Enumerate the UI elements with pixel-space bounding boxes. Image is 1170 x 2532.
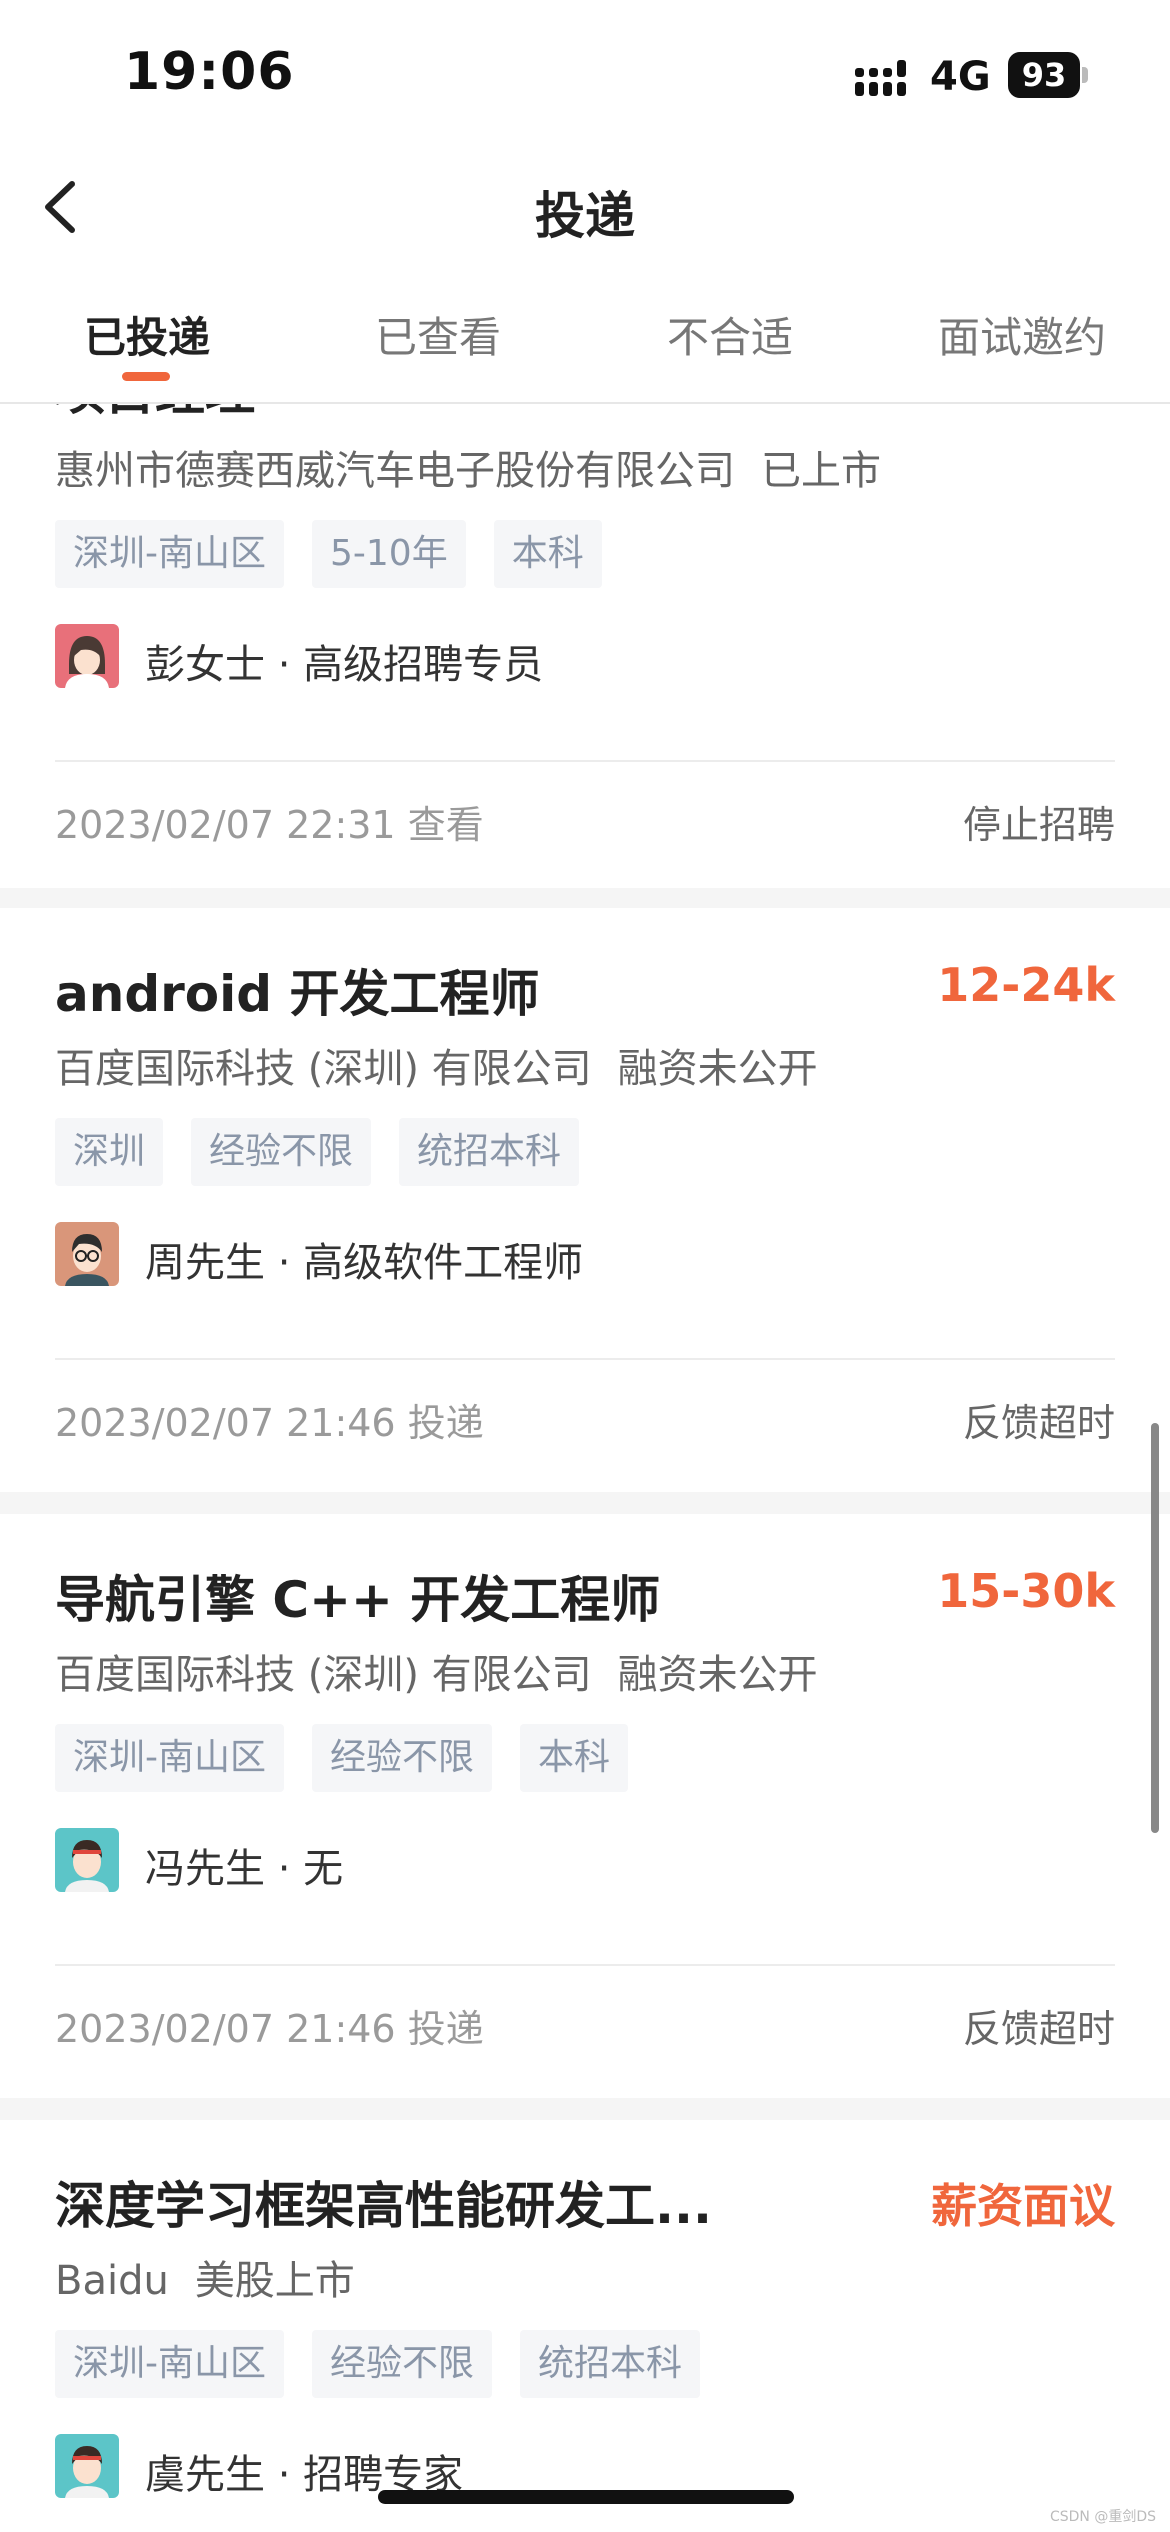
salary: 15-25k	[937, 404, 1115, 410]
tag-experience: 经验不限	[191, 1118, 372, 1186]
tag-education: 本科	[493, 520, 602, 588]
card-divider	[55, 1964, 1115, 1966]
salary: 12-24k	[937, 958, 1115, 1012]
application-card[interactable]: 项目经理 15-25k 惠州市德赛西威汽车电子股份有限公司已上市 深圳-南山区 5…	[0, 404, 1170, 888]
tag-location: 深圳-南山区	[55, 1724, 284, 1792]
female-recruiter-avatar-icon	[55, 624, 119, 688]
cellular-signal-icon	[855, 60, 906, 96]
tab-viewed[interactable]: 已查看	[375, 304, 501, 365]
application-status: 停止招聘	[962, 803, 1115, 847]
salary: 15-30k	[937, 1564, 1115, 1618]
active-tab-indicator	[122, 372, 170, 381]
application-card[interactable]: 导航引擎 C++ 开发工程师 15-30k 百度国际科技 (深圳) 有限公司 融资…	[0, 1514, 1170, 2098]
page-title: 投递	[535, 187, 635, 245]
application-list[interactable]: 项目经理 15-25k 惠州市德赛西威汽车电子股份有限公司已上市 深圳-南山区 5…	[0, 404, 1170, 2532]
battery-level: 93	[1008, 52, 1080, 98]
company-line: 百度国际科技 (深圳) 有限公司 融资未公开	[55, 1036, 818, 1094]
tag-location: 深圳	[55, 1118, 164, 1186]
job-tags: 深圳-南山区 经验不限 统招本科	[55, 2330, 728, 2398]
company-status: 已上市	[761, 448, 881, 494]
application-status: 反馈超时	[962, 1401, 1115, 1445]
network-type-label: 4G	[930, 54, 991, 100]
record-time: 2023/02/07 21:46 投递	[55, 1401, 484, 1445]
job-title: 深度学习框架高性能研发工...	[55, 2177, 712, 2235]
tag-education: 本科	[520, 1724, 629, 1792]
company-status: 融资未公开	[617, 1652, 818, 1698]
tag-experience: 经验不限	[312, 1724, 493, 1792]
card-divider	[55, 760, 1115, 762]
company-line: 惠州市德赛西威汽车电子股份有限公司 已上市	[55, 438, 881, 496]
tag-location: 深圳-南山区	[55, 520, 284, 588]
job-title: 导航引擎 C++ 开发工程师	[55, 1571, 661, 1629]
job-title: android 开发工程师	[55, 965, 540, 1023]
record-time: 2023/02/07 21:46 投递	[55, 2007, 484, 2051]
recruiter-info: 周先生 · 高级软件工程师	[145, 1240, 584, 1286]
male-avatar-icon	[55, 1828, 119, 1892]
tag-location: 深圳-南山区	[55, 2330, 284, 2398]
home-indicator[interactable]	[378, 2490, 794, 2504]
salary: 薪资面议	[931, 2179, 1115, 2233]
job-tags: 深圳-南山区 5-10年 本科	[55, 520, 630, 588]
tag-experience: 5-10年	[312, 520, 466, 588]
tab-applied[interactable]: 已投递	[84, 304, 210, 365]
tag-education: 统招本科	[399, 1118, 580, 1186]
job-tags: 深圳-南山区 经验不限 本科	[55, 1724, 656, 1792]
recruiter-info: 彭女士 · 高级招聘专员	[145, 642, 544, 688]
application-status: 反馈超时	[962, 2007, 1115, 2051]
card-divider	[55, 1358, 1115, 1360]
tab-unsuitable[interactable]: 不合适	[667, 304, 793, 365]
company-name: Baidu	[55, 2258, 169, 2304]
nav-bar: 投递	[0, 150, 1170, 270]
tag-education: 统招本科	[520, 2330, 701, 2398]
job-title: 项目经理	[55, 404, 255, 424]
male-glasses-avatar-icon	[55, 1222, 119, 1286]
record-time: 2023/02/07 22:31 查看	[55, 803, 484, 847]
status-bar: 19:06 4G 93	[0, 0, 1170, 150]
application-card[interactable]: 深度学习框架高性能研发工... 薪资面议 Baidu 美股上市 深圳-南山区 经验不…	[0, 2120, 1170, 2532]
company-name: 百度国际科技 (深圳) 有限公司	[55, 1652, 592, 1698]
status-time: 19:06	[124, 42, 295, 102]
battery-icon: 93	[1008, 52, 1088, 98]
company-line: Baidu 美股上市	[55, 2248, 355, 2306]
watermark: CSDN @重剑DS	[1049, 2509, 1156, 2525]
tab-interview-invite[interactable]: 面试邀约	[938, 304, 1106, 365]
company-name: 百度国际科技 (深圳) 有限公司	[55, 1046, 592, 1092]
recruiter-info: 冯先生 · 无	[145, 1846, 344, 1892]
application-card[interactable]: android 开发工程师 12-24k 百度国际科技 (深圳) 有限公司 融资未…	[0, 908, 1170, 1492]
scrollbar[interactable]	[1151, 1423, 1159, 1833]
male-avatar-icon	[55, 2434, 119, 2498]
company-line: 百度国际科技 (深圳) 有限公司 融资未公开	[55, 1642, 818, 1700]
company-name: 惠州市德赛西威汽车电子股份有限公司	[55, 448, 735, 494]
tag-experience: 经验不限	[312, 2330, 493, 2398]
company-status: 美股上市	[194, 2258, 355, 2304]
job-tags: 深圳 经验不限 统招本科	[55, 1118, 607, 1186]
company-status: 融资未公开	[617, 1046, 818, 1092]
tab-bar: 已投递 已查看 不合适 面试邀约	[0, 270, 1170, 404]
